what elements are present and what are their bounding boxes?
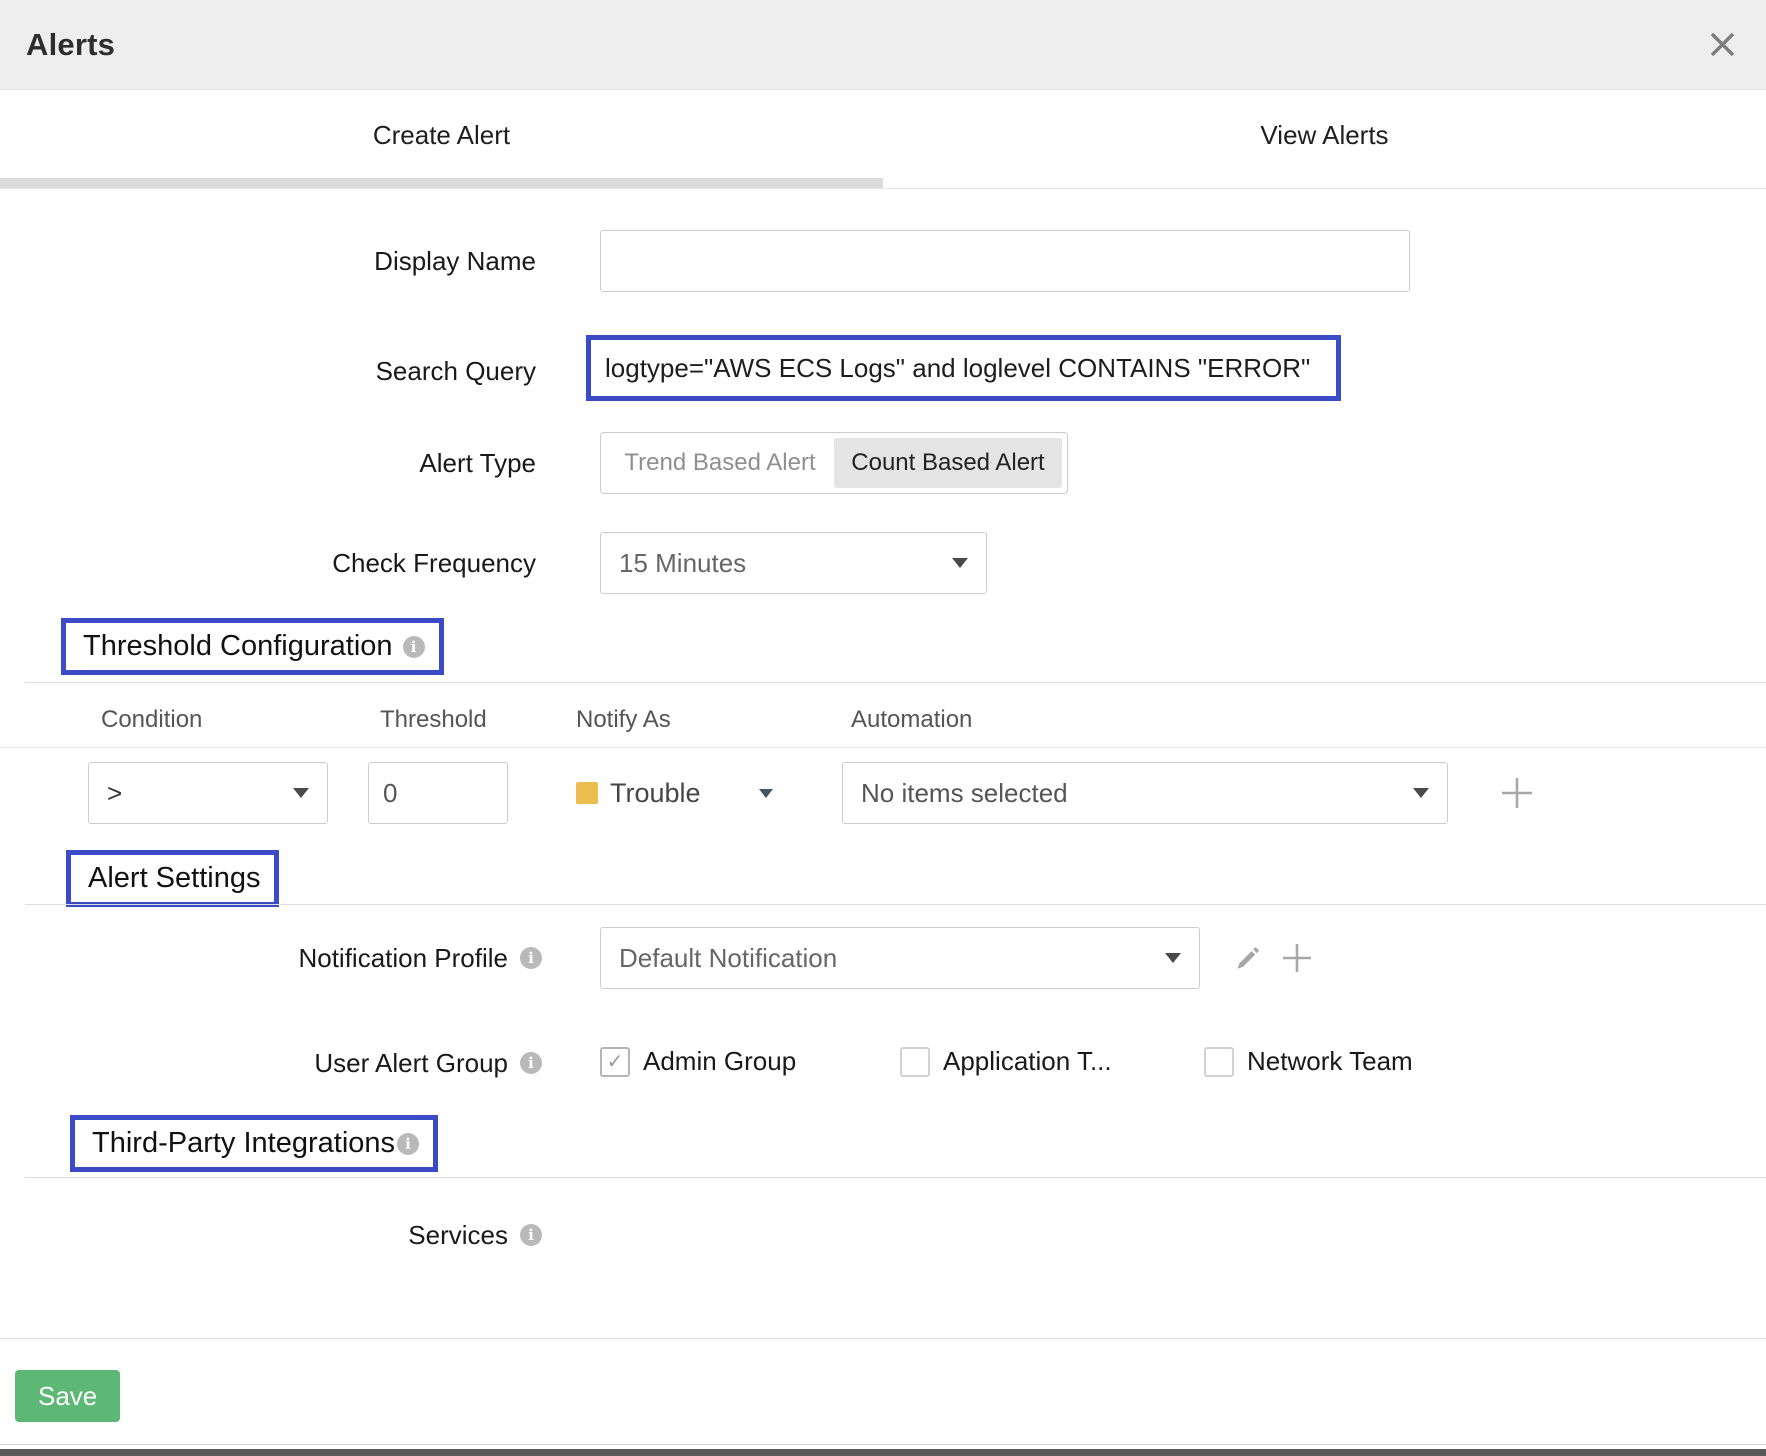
footer-divider [0, 1338, 1766, 1339]
add-notification-profile-button[interactable] [1280, 941, 1314, 975]
checkbox-icon: ✓ [600, 1047, 630, 1077]
checkbox-label: Network Team [1247, 1046, 1413, 1077]
table-divider [0, 747, 1766, 748]
panel-header: Alerts [0, 0, 1766, 90]
tab-create-alert[interactable]: Create Alert [0, 90, 883, 188]
plus-icon [1498, 774, 1536, 812]
display-name-input[interactable] [601, 231, 1409, 291]
check-frequency-dropdown[interactable]: 15 Minutes [600, 532, 987, 594]
chevron-down-icon [1165, 953, 1181, 963]
column-header-threshold: Threshold [380, 706, 487, 734]
automation-dropdown[interactable]: No items selected [842, 762, 1448, 824]
threshold-section-annotation-box: Threshold Configuration i [61, 618, 444, 675]
info-icon[interactable]: i [403, 636, 425, 658]
pencil-icon [1232, 942, 1264, 974]
add-threshold-row-button[interactable] [1498, 774, 1536, 812]
user-alert-group-label: User Alert Group [0, 1048, 508, 1078]
notification-profile-value: Default Notification [619, 943, 837, 974]
notify-as-dropdown[interactable]: Trouble [576, 762, 773, 824]
checkbox-network-team[interactable]: ✓ Network Team [1204, 1046, 1413, 1077]
integrations-title: Third-Party Integrations [92, 1127, 395, 1160]
trouble-color-swatch [576, 782, 598, 804]
chevron-down-icon [759, 789, 773, 798]
checkbox-admin-group[interactable]: ✓ Admin Group [600, 1046, 796, 1077]
edit-notification-profile-button[interactable] [1232, 942, 1264, 974]
search-query-annotation-box [586, 335, 1341, 401]
info-icon[interactable]: i [520, 1052, 542, 1074]
display-name-label: Display Name [0, 246, 536, 276]
condition-value: > [107, 778, 122, 809]
save-button[interactable]: Save [15, 1370, 120, 1422]
column-header-condition: Condition [101, 706, 202, 734]
window-bottom-edge [0, 1449, 1766, 1456]
chevron-down-icon [1413, 788, 1429, 798]
plus-icon [1280, 941, 1314, 975]
close-button[interactable] [1705, 27, 1740, 62]
panel-title: Alerts [26, 27, 115, 63]
notify-as-value: Trouble [610, 778, 701, 809]
search-query-input[interactable] [591, 340, 1336, 396]
condition-dropdown[interactable]: > [88, 762, 328, 824]
column-header-notify-as: Notify As [576, 706, 671, 734]
check-frequency-value: 15 Minutes [619, 548, 746, 579]
section-divider [25, 682, 1766, 683]
alert-type-toggle: Trend Based Alert Count Based Alert [600, 432, 1068, 494]
alerts-panel: Alerts Create Alert View Alerts Display … [0, 0, 1766, 1456]
threshold-input[interactable] [369, 763, 507, 823]
integrations-annotation-box: Third-Party Integrations i [70, 1115, 438, 1172]
info-icon[interactable]: i [397, 1133, 419, 1155]
section-divider [25, 1177, 1766, 1178]
alert-type-option-count[interactable]: Count Based Alert [834, 438, 1062, 488]
column-header-automation: Automation [851, 706, 972, 734]
alert-type-option-trend[interactable]: Trend Based Alert [606, 438, 834, 488]
chevron-down-icon [293, 788, 309, 798]
automation-value: No items selected [861, 778, 1068, 809]
threshold-field-box [368, 762, 508, 824]
section-divider [25, 904, 1766, 905]
checkbox-icon: ✓ [1204, 1047, 1234, 1077]
checkbox-label: Application T... [943, 1046, 1112, 1077]
search-query-label: Search Query [0, 356, 536, 386]
alert-settings-title: Alert Settings [88, 862, 260, 895]
checkbox-icon: ✓ [900, 1047, 930, 1077]
display-name-field-box [600, 230, 1410, 292]
info-icon[interactable]: i [520, 947, 542, 969]
bottom-divider [0, 1444, 1766, 1445]
check-frequency-label: Check Frequency [0, 548, 536, 578]
close-icon [1709, 31, 1736, 58]
tab-view-alerts[interactable]: View Alerts [883, 90, 1766, 188]
checkbox-label: Admin Group [643, 1046, 796, 1077]
alert-type-label: Alert Type [0, 448, 536, 478]
checkbox-application-team[interactable]: ✓ Application T... [900, 1046, 1112, 1077]
active-tab-indicator [0, 178, 883, 188]
chevron-down-icon [952, 558, 968, 568]
notification-profile-label: Notification Profile [0, 943, 508, 973]
threshold-section-title: Threshold Configuration [83, 630, 393, 663]
alert-settings-annotation-box: Alert Settings [66, 850, 279, 907]
info-icon[interactable]: i [520, 1224, 542, 1246]
tab-view-alerts-label: View Alerts [1260, 120, 1388, 151]
tab-create-alert-label: Create Alert [373, 120, 510, 151]
tab-bar: Create Alert View Alerts [0, 90, 1766, 189]
notification-profile-dropdown[interactable]: Default Notification [600, 927, 1200, 989]
services-label: Services [0, 1220, 508, 1250]
